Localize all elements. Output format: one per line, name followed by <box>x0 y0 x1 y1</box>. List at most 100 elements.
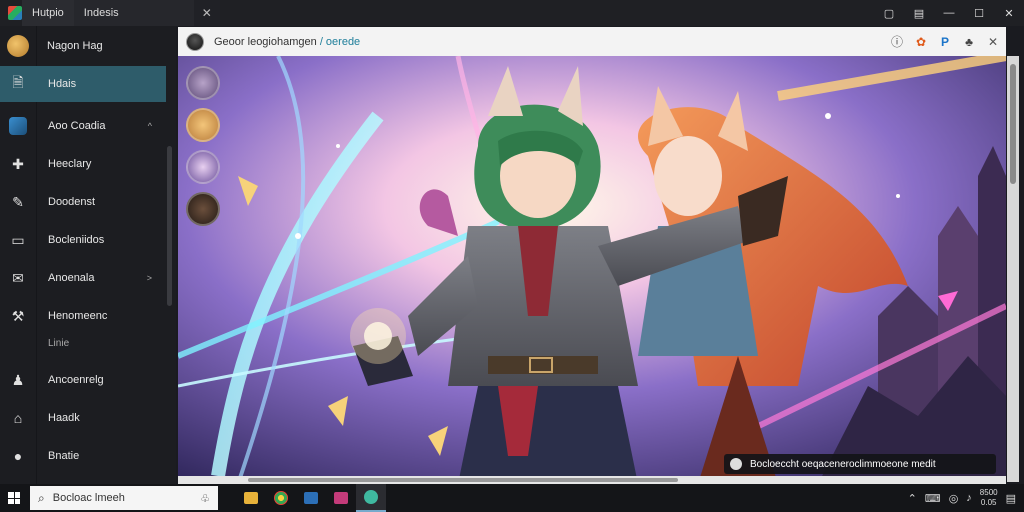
wrench-icon: ⚒ <box>11 307 25 324</box>
sidebar-item-bnatie[interactable]: ● Bnatie <box>0 438 166 474</box>
taskbar-search[interactable]: ⌕ Bocloac lmeeh ♧ <box>30 486 218 510</box>
sidebar-item-label: Ancoenrelg <box>48 374 104 386</box>
sidebar-item-label: Bocleniidos <box>48 234 105 246</box>
circle-icon: ● <box>13 448 23 464</box>
avatar[interactable] <box>186 108 220 142</box>
close-icon[interactable]: ✕ <box>986 35 1000 49</box>
clock-date: 0.05 <box>980 498 997 507</box>
address-path: Geoor leogiohamgen <box>214 35 317 48</box>
sidebar-item-hdais[interactable]: 🗎 Hdais <box>0 66 166 102</box>
window-icon: ▭ <box>11 231 25 248</box>
tab-label: Hutpio <box>32 7 64 19</box>
scrollbar-thumb[interactable] <box>1010 64 1016 184</box>
sidebar-item-profile[interactable]: Nagon Hag <box>0 28 166 64</box>
taskbar-app-blue[interactable] <box>296 484 326 512</box>
avatar[interactable] <box>186 66 220 100</box>
start-button[interactable] <box>0 484 28 512</box>
layout-icon[interactable]: ▤ <box>904 0 934 26</box>
taskbar-browser[interactable] <box>266 484 296 512</box>
network-icon[interactable]: ◎ <box>949 492 959 505</box>
notification-icon <box>730 458 742 470</box>
address-tools: ⓘ ✿ P ♣ ✕ <box>890 27 1000 56</box>
volume-icon[interactable]: ♪ <box>966 492 972 504</box>
system-tray: ⌃ ⌨ ◎ ♪ 8500 0.05 ▤ <box>908 484 1024 512</box>
tab-indesis[interactable]: Indesis <box>73 0 194 26</box>
restore-icon[interactable]: ▢ <box>874 0 904 26</box>
search-input[interactable]: Bocloac lmeeh <box>53 492 200 504</box>
browser-icon <box>274 491 288 505</box>
close-tab-icon[interactable]: ✕ <box>193 0 220 26</box>
sidebar: Nagon Hag 🗎 Hdais Aoo Coadia ^ ✚ Heeclar… <box>0 26 176 484</box>
tab-label: Indesis <box>83 7 119 19</box>
window-controls: ▢ ▤ — ☐ ✕ <box>874 0 1024 26</box>
sidebar-item-label: Bnatie <box>48 450 80 462</box>
app-logo-icon <box>8 6 22 20</box>
extension-blue-icon[interactable]: P <box>938 35 952 49</box>
taskbar-app-active[interactable] <box>356 484 386 512</box>
chevron-up-icon[interactable]: ⌃ <box>908 492 917 505</box>
app-badge-icon <box>0 117 36 135</box>
sidebar-item-doodenst[interactable]: ✎ Doodenst <box>0 184 166 220</box>
document-icon: 🗎 <box>12 74 24 90</box>
search-icon: ⌕ <box>38 490 45 505</box>
folder-icon <box>244 492 258 504</box>
sidebar-item-haadk[interactable]: ⌂ Haadk <box>0 400 166 436</box>
toast-text: Bocloeccht oeqaceneroclimmoeone medit <box>750 458 936 470</box>
tool-icon: ✎ <box>12 193 24 210</box>
close-button[interactable]: ✕ <box>994 0 1024 26</box>
sidebar-item-label: Heeclary <box>48 158 92 170</box>
sidebar-item-label: Nagon Hag <box>47 40 103 52</box>
clock[interactable]: 8500 0.05 <box>980 488 998 508</box>
scrollbar-thumb[interactable] <box>248 478 678 482</box>
sidebar-item-aoo-coadia[interactable]: Aoo Coadia ^ <box>0 108 166 144</box>
vertical-scrollbar[interactable] <box>1007 56 1019 482</box>
taskbar: ⌕ Bocloac lmeeh ♧ ⌃ ⌨ ◎ ♪ 8500 0.05 ▤ <box>0 484 1024 512</box>
sidebar-scrollbar[interactable] <box>167 146 172 306</box>
minimize-button[interactable]: — <box>934 0 964 26</box>
puzzle-icon: ✚ <box>12 155 24 172</box>
maximize-button[interactable]: ☐ <box>964 0 994 26</box>
sidebar-item-label: Anoenala <box>48 272 95 284</box>
clock-time: 8500 <box>979 488 998 497</box>
app-icon <box>364 490 378 504</box>
sidebar-subitem-linie[interactable]: Linie <box>48 338 69 349</box>
address-bar[interactable]: Geoor leogiohamgen / oerede ⓘ ✿ P ♣ ✕ <box>178 27 1006 56</box>
avatar[interactable] <box>186 192 220 226</box>
tab-hutpio[interactable]: Hutpio <box>22 0 74 26</box>
chevron-up-icon[interactable]: ^ <box>148 121 152 131</box>
sidebar-item-label: Henomeenc <box>48 310 108 322</box>
info-icon[interactable]: ⓘ <box>890 33 904 50</box>
sidebar-item-label: Doodenst <box>48 196 96 208</box>
chevron-right-icon[interactable]: > <box>147 273 152 283</box>
title-bar: Hutpio Indesis ✕ ▢ ▤ — ☐ ✕ <box>0 0 1024 26</box>
extension-orange-icon[interactable]: ✿ <box>914 35 928 49</box>
artwork-canvas <box>178 56 1006 484</box>
sidebar-item-ancoenrelg[interactable]: ♟ Ancoenrelg <box>0 362 166 398</box>
notification-center-icon[interactable]: ▤ <box>1006 492 1016 505</box>
taskbar-app-pink[interactable] <box>326 484 356 512</box>
address-highlight: / oerede <box>319 35 361 48</box>
avatar[interactable] <box>186 150 220 184</box>
taskbar-file-explorer[interactable] <box>236 484 266 512</box>
horizontal-scrollbar[interactable] <box>178 476 1006 484</box>
sidebar-item-label: Aoo Coadia <box>48 120 106 132</box>
home-icon: ⌂ <box>13 410 23 426</box>
sidebar-item-heeclary[interactable]: ✚ Heeclary <box>0 146 166 182</box>
mail-icon: ✉ <box>12 269 24 286</box>
app-icon <box>334 492 348 504</box>
sidebar-item-bocleniidos[interactable]: ▭ Bocleniidos <box>0 222 166 258</box>
avatar[interactable] <box>186 32 204 51</box>
avatar <box>7 35 29 57</box>
address-text: Geoor leogiohamgen / oerede <box>214 36 360 48</box>
main-window: Geoor leogiohamgen / oerede ⓘ ✿ P ♣ ✕ <box>178 27 1006 484</box>
keyboard-icon[interactable]: ⌨ <box>925 492 941 505</box>
microphone-icon[interactable]: ♧ <box>200 492 210 505</box>
anime-artwork-image <box>178 56 1006 484</box>
windows-icon <box>8 492 20 504</box>
sidebar-item-henomeenc[interactable]: ⚒ Henomeenc <box>0 298 166 334</box>
app-icon <box>304 492 318 504</box>
notification-toast[interactable]: Bocloeccht oeqaceneroclimmoeone medit <box>724 454 996 474</box>
sidebar-item-anoenala[interactable]: ✉ Anoenala > <box>0 260 166 296</box>
sidebar-item-label: Haadk <box>48 412 80 424</box>
extension-grey-icon[interactable]: ♣ <box>962 35 976 49</box>
